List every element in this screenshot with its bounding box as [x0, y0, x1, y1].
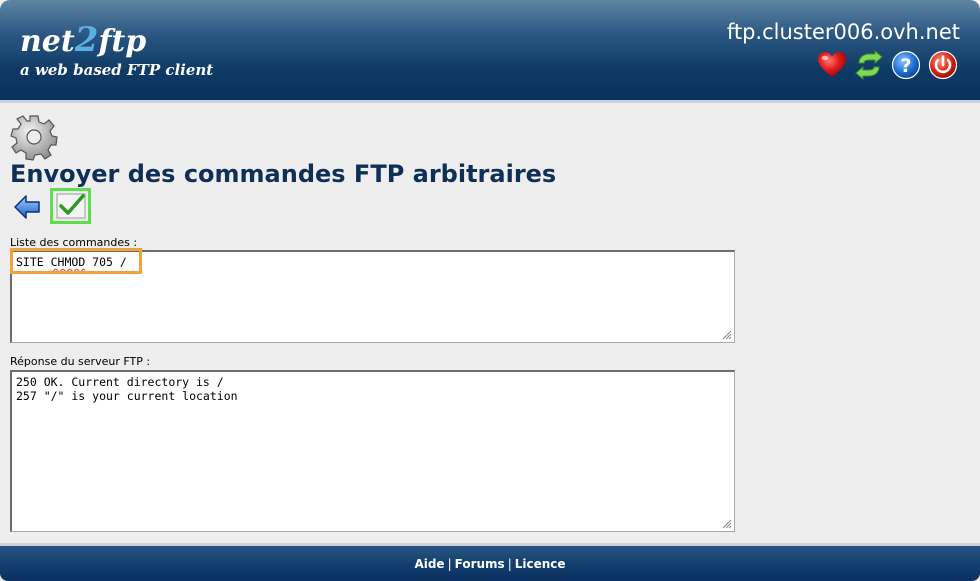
app-logo[interactable]: net2ftp — [20, 20, 146, 60]
header-icons: ? — [817, 50, 958, 80]
resize-grip-icon[interactable] — [720, 328, 732, 340]
footer-bar: Aide | Forums | Licence — [0, 543, 980, 581]
logo-text-two: 2 — [74, 20, 99, 60]
back-arrow-icon[interactable] — [13, 193, 41, 221]
page-title: Envoyer des commandes FTP arbitraires — [10, 160, 557, 188]
logo-text-net: net — [20, 24, 75, 59]
footer-separator: | — [447, 556, 452, 571]
footer-link-license[interactable]: Licence — [515, 557, 566, 571]
commands-text-prefix: SITE — [16, 255, 51, 269]
response-label: Réponse du serveur FTP : — [10, 355, 151, 368]
help-icon[interactable]: ? — [891, 50, 921, 80]
power-icon[interactable] — [928, 50, 958, 80]
logo-subtitle: a web based FTP client — [20, 61, 214, 79]
logo-text-ftp: ftp — [98, 24, 147, 59]
header-divider — [0, 100, 980, 103]
footer-separator: | — [507, 556, 512, 571]
refresh-icon[interactable] — [854, 50, 884, 80]
checkmark-icon — [56, 193, 85, 219]
footer-link-help[interactable]: Aide — [414, 557, 444, 571]
commands-text-word: CHMOD — [50, 255, 86, 269]
gear-icon — [10, 115, 58, 161]
heart-icon[interactable] — [817, 50, 847, 80]
response-textarea[interactable]: 250 OK. Current directory is / 257 "/" i… — [10, 370, 735, 532]
hostname: ftp.cluster006.ovh.net — [726, 20, 960, 44]
header-bar: net2ftp a web based FTP client ftp.clust… — [0, 0, 980, 100]
submit-button[interactable] — [50, 188, 91, 224]
resize-grip-icon[interactable] — [720, 517, 732, 529]
response-text: 250 OK. Current directory is / 257 "/" i… — [16, 375, 238, 403]
footer-link-forums[interactable]: Forums — [455, 557, 505, 571]
commands-label: Liste des commandes : — [10, 236, 138, 249]
commands-textarea[interactable]: SITE CHMOD 705 / — [10, 250, 735, 343]
commands-text-suffix: 705 / — [85, 255, 127, 269]
svg-text:?: ? — [900, 55, 911, 77]
